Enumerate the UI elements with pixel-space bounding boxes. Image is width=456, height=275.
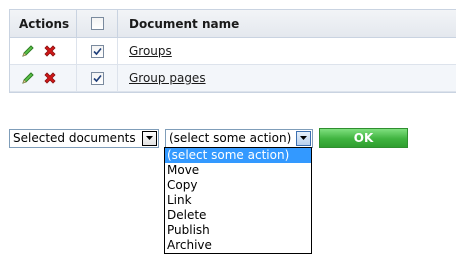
- document-name-column-header[interactable]: Document name: [118, 10, 456, 37]
- row-actions: [10, 65, 77, 91]
- row-select-cell: [77, 38, 118, 64]
- row-checkbox[interactable]: [90, 71, 104, 85]
- row-name-cell: Groups: [118, 38, 456, 64]
- action-dropdown-list: (select some action) Move Copy Link Dele…: [164, 147, 312, 254]
- action-select[interactable]: (select some action): [165, 128, 313, 148]
- dropdown-option[interactable]: Move: [165, 163, 311, 178]
- dropdown-option[interactable]: Archive: [165, 238, 311, 253]
- row-name-cell: Group pages: [118, 65, 456, 91]
- ok-button[interactable]: OK: [319, 128, 408, 148]
- table-row: Groups: [10, 38, 456, 65]
- dropdown-option[interactable]: Copy: [165, 178, 311, 193]
- grid-header: Actions Document name: [10, 10, 456, 38]
- scope-select-value: Selected documents: [13, 131, 136, 145]
- dropdown-option[interactable]: (select some action): [165, 148, 311, 163]
- documents-grid: Actions Document name Groups Group pages: [9, 9, 456, 93]
- action-select-value: (select some action): [169, 131, 292, 145]
- row-select-cell: [77, 65, 118, 91]
- actions-header-label: Actions: [19, 16, 70, 31]
- pencil-icon[interactable]: [19, 70, 36, 87]
- dropdown-option[interactable]: Link: [165, 193, 311, 208]
- actions-column-header: Actions: [10, 10, 77, 37]
- chevron-down-icon[interactable]: [296, 130, 311, 146]
- pencil-icon[interactable]: [19, 43, 36, 60]
- select-all-checkbox[interactable]: [90, 17, 104, 30]
- delete-x-icon[interactable]: [41, 70, 58, 87]
- row-actions: [10, 38, 77, 64]
- document-link[interactable]: Group pages: [129, 71, 206, 85]
- delete-x-icon[interactable]: [41, 43, 58, 60]
- bulk-action-bar: Selected documents (select some action) …: [9, 128, 408, 148]
- scope-select[interactable]: Selected documents: [9, 128, 159, 148]
- dropdown-option[interactable]: Delete: [165, 208, 311, 223]
- dropdown-option[interactable]: Publish: [165, 223, 311, 238]
- chevron-down-icon[interactable]: [142, 130, 157, 146]
- select-all-cell: [77, 10, 118, 37]
- document-name-header-label: Document name: [129, 16, 240, 31]
- table-row: Group pages: [10, 65, 456, 92]
- document-link[interactable]: Groups: [129, 44, 172, 58]
- row-checkbox[interactable]: [90, 44, 104, 58]
